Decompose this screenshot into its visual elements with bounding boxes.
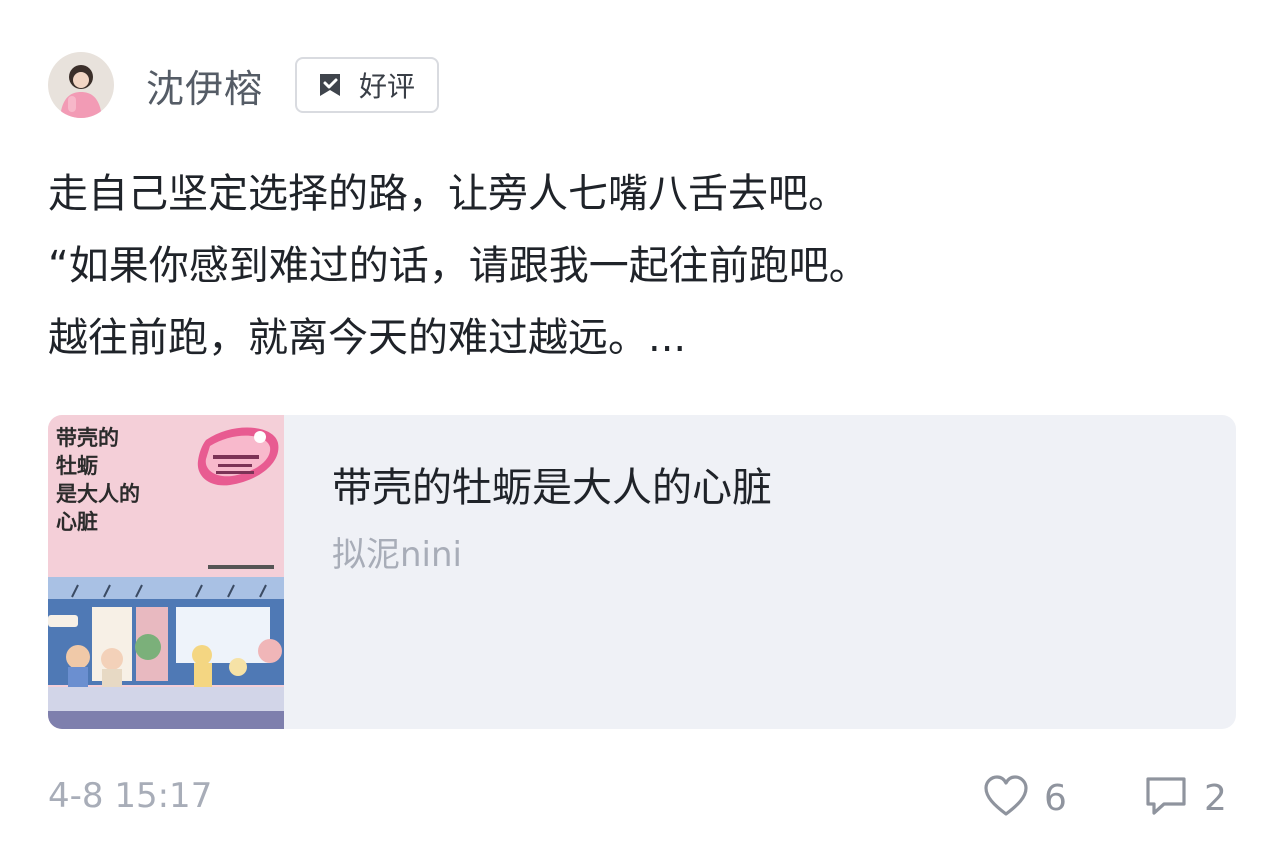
comment-count: 2 [1204, 777, 1227, 819]
post-text-line: “如果你感到难过的话，请跟我一起往前跑吧。 [48, 243, 869, 289]
post-text-line: 走自己坚定选择的路，让旁人七嘴八舌去吧。 [48, 171, 848, 217]
rating-label: 好评 [359, 70, 416, 103]
book-card[interactable]: 带壳的 牡蛎 是大人的 心脏 带壳的牡蛎是大人的心脏 拟泥nini [48, 415, 1236, 729]
like-count: 6 [1044, 777, 1067, 819]
book-author: 拟泥nini [332, 535, 462, 575]
book-title: 带壳的牡蛎是大人的心脏 [332, 465, 772, 511]
comment-button[interactable]: 2 [1142, 770, 1227, 826]
cover-title-line: 是大人的 [56, 482, 140, 506]
book-cover-image: 带壳的 牡蛎 是大人的 心脏 [48, 415, 284, 729]
like-button[interactable]: 6 [982, 770, 1067, 826]
post-header: 沈伊榕 好评 [48, 52, 440, 118]
username[interactable]: 沈伊榕 [146, 58, 263, 113]
post-text-line: 越往前跑，就离今天的难过越远。... [48, 315, 687, 361]
cover-title-line: 牡蛎 [56, 454, 98, 478]
post-content[interactable]: 走自己坚定选择的路，让旁人七嘴八舌去吧。 “如果你感到难过的话，请跟我一起往前跑… [48, 158, 1238, 374]
rating-badge: 好评 [295, 57, 440, 113]
thumbs-up-check-icon [315, 70, 345, 100]
comment-icon [1142, 774, 1190, 822]
cover-title-line: 心脏 [56, 510, 98, 534]
post-footer: 4-8 15:17 6 2 [48, 770, 1236, 826]
cover-title-line: 带壳的 [56, 426, 119, 450]
heart-icon [982, 774, 1030, 822]
avatar[interactable] [48, 52, 114, 118]
post-timestamp: 4-8 15:17 [48, 776, 213, 816]
